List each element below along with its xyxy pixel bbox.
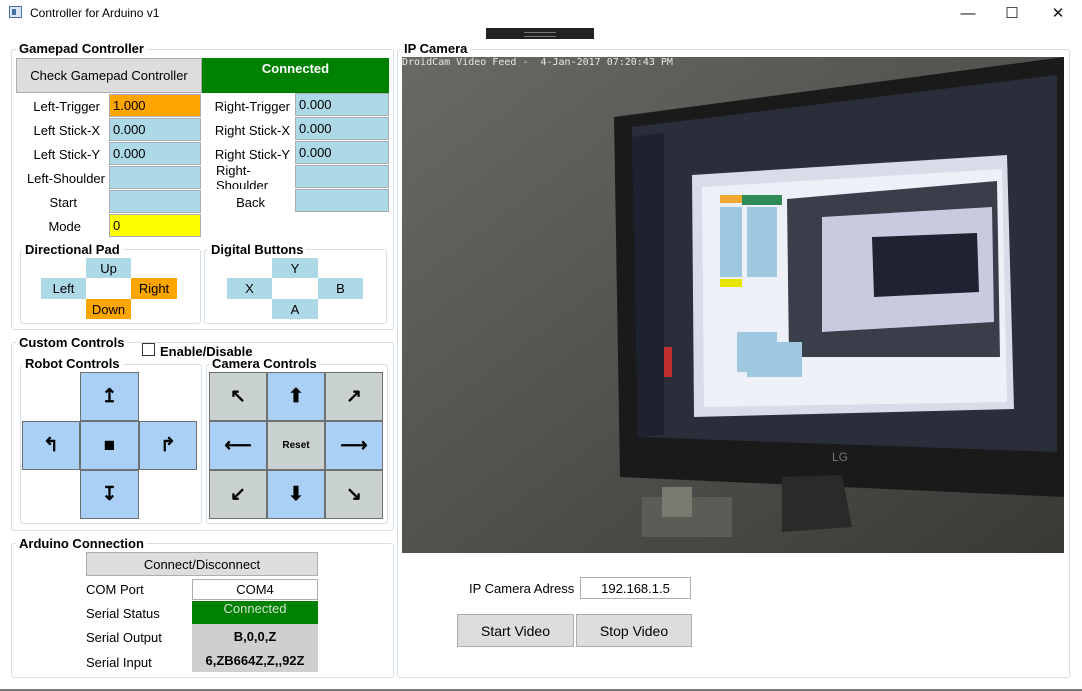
camera-up-button[interactable]: ⬆ xyxy=(267,372,325,421)
serial-input-field: 6,ZB664Z,Z,,92Z xyxy=(192,648,318,672)
digital-buttons-title: Digital Buttons xyxy=(208,242,307,257)
dpad-title: Directional Pad xyxy=(22,242,123,257)
custom-controls-title: Custom Controls xyxy=(16,335,128,350)
start-label: Start xyxy=(49,194,77,210)
start-video-button[interactable]: Start Video xyxy=(457,614,574,647)
digital-button-y: Y xyxy=(272,258,318,278)
right-stick-x-field: 0.000 xyxy=(295,117,389,140)
minimize-button[interactable]: — xyxy=(945,0,991,26)
serial-input-label: Serial Input xyxy=(86,654,152,670)
camera-right-button[interactable]: ⟶ xyxy=(325,421,383,470)
robot-forward-button[interactable]: ↥ xyxy=(80,372,139,421)
dpad-right: Right xyxy=(131,278,177,299)
video-overlay-text: DroidCam Video Feed - 4-Jan-2017 07:20:4… xyxy=(402,57,673,68)
camera-up-left-button[interactable]: ↖ xyxy=(209,372,267,421)
right-stick-x-label: Right Stick-X xyxy=(214,122,290,138)
maximize-button[interactable]: ☐ xyxy=(989,0,1035,26)
gamepad-title: Gamepad Controller xyxy=(16,41,147,56)
robot-stop-button[interactable]: ■ xyxy=(80,421,139,470)
camera-down-button[interactable]: ⬇ xyxy=(267,470,325,519)
ip-camera-title: IP Camera xyxy=(401,41,471,56)
video-feed: LG DroidCam Video Feed - 4-Jan-2017 07:2… xyxy=(402,57,1064,553)
connect-disconnect-button[interactable]: Connect/Disconnect xyxy=(86,552,318,576)
video-feed-image: LG xyxy=(402,57,1064,553)
camera-reset-button[interactable]: Reset xyxy=(267,421,325,470)
digital-button-b: B xyxy=(318,278,363,299)
back-label: Back xyxy=(236,194,265,210)
check-gamepad-button[interactable]: Check Gamepad Controller xyxy=(16,58,202,93)
stop-video-button[interactable]: Stop Video xyxy=(576,614,692,647)
close-button[interactable]: ✕ xyxy=(1035,0,1081,26)
left-shoulder-field xyxy=(109,166,201,189)
arduino-title: Arduino Connection xyxy=(16,536,147,551)
digital-button-x: X xyxy=(227,278,272,299)
serial-output-label: Serial Output xyxy=(86,629,162,645)
camera-up-right-button[interactable]: ↗ xyxy=(325,372,383,421)
gamepad-status-badge: Connected xyxy=(202,58,389,93)
camera-down-right-button[interactable]: ↘ xyxy=(325,470,383,519)
ip-address-label: IP Camera Adress xyxy=(469,580,575,596)
camera-down-left-button[interactable]: ↙ xyxy=(209,470,267,519)
mode-field: 0 xyxy=(109,214,201,237)
mode-label: Mode xyxy=(48,218,81,234)
left-trigger-label: Left-Trigger xyxy=(33,98,100,114)
dpad-left: Left xyxy=(41,278,86,299)
enable-checkbox[interactable] xyxy=(142,343,155,356)
app-icon xyxy=(9,6,22,18)
robot-right-button[interactable]: ↱ xyxy=(139,421,197,470)
start-field xyxy=(109,190,201,213)
drag-handle[interactable] xyxy=(486,28,594,39)
dpad-down: Down xyxy=(86,299,131,319)
ip-address-input[interactable]: 192.168.1.5 xyxy=(580,577,691,599)
camera-controls-title: Camera Controls xyxy=(209,356,320,371)
serial-status-label: Serial Status xyxy=(86,605,160,621)
left-stick-y-label: Left Stick-Y xyxy=(33,146,100,162)
serial-output-field: B,0,0,Z xyxy=(192,624,318,648)
left-trigger-field: 1.000 xyxy=(109,94,201,117)
camera-left-button[interactable]: ⟵ xyxy=(209,421,267,470)
com-port-field[interactable]: COM4 xyxy=(192,579,318,600)
svg-text:LG: LG xyxy=(832,450,848,464)
window-title: Controller for Arduino v1 xyxy=(30,6,160,20)
robot-left-button[interactable]: ↰ xyxy=(22,421,80,470)
title-bar xyxy=(0,0,1082,26)
robot-controls-title: Robot Controls xyxy=(22,356,123,371)
digital-button-a: A xyxy=(272,299,318,319)
serial-status-badge: Connected xyxy=(192,601,318,624)
right-trigger-label: Right-Trigger xyxy=(214,98,290,114)
right-shoulder-label: Right-Shoulder xyxy=(216,163,269,189)
right-stick-y-field: 0.000 xyxy=(295,141,389,164)
back-field xyxy=(295,189,389,212)
right-shoulder-field xyxy=(295,165,389,188)
left-shoulder-label: Left-Shoulder xyxy=(26,170,105,186)
left-stick-x-field: 0.000 xyxy=(109,118,201,141)
robot-reverse-button[interactable]: ↧ xyxy=(80,470,139,519)
left-stick-x-label: Left Stick-X xyxy=(33,122,100,138)
com-port-label: COM Port xyxy=(86,581,144,597)
left-stick-y-field: 0.000 xyxy=(109,142,201,165)
dpad-up: Up xyxy=(86,258,131,278)
right-trigger-field: 0.000 xyxy=(295,93,389,116)
